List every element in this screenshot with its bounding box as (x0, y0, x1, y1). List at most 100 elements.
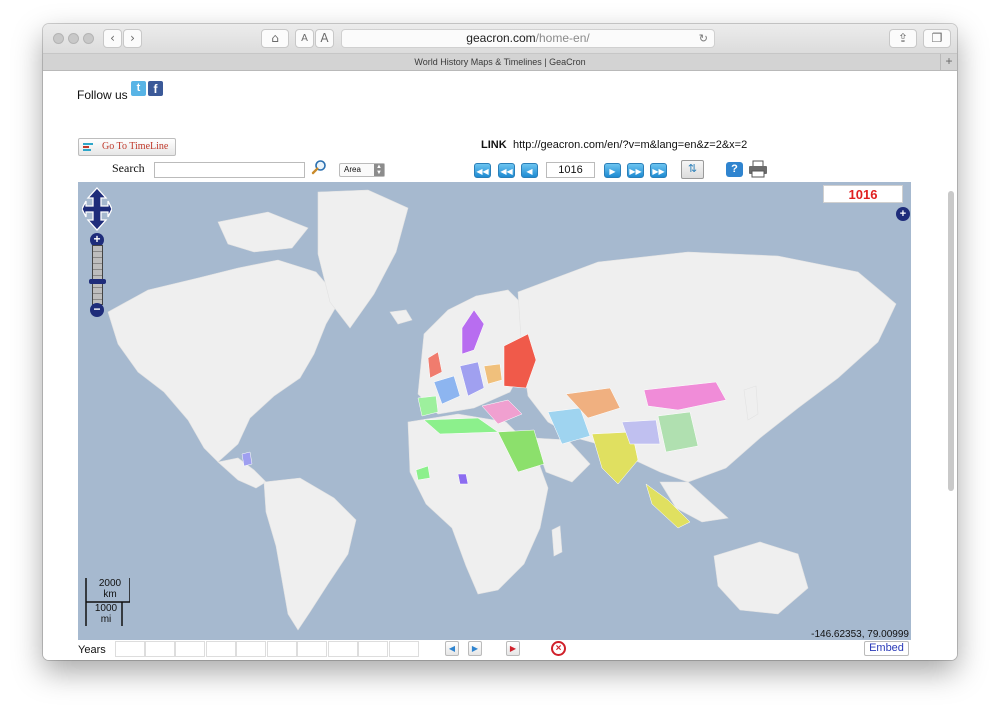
step-back-button[interactable]: ◀ (521, 163, 538, 178)
zoom-slider-handle[interactable] (89, 279, 106, 284)
tabs-icon: ❐ (931, 31, 943, 45)
right-arrow-icon: ▶ (471, 644, 479, 653)
text-larger-button[interactable]: A (315, 29, 334, 48)
scale-mi-label: 1000 mi (94, 603, 118, 625)
plus-icon: + (899, 208, 907, 220)
play-backward-button[interactable]: ◀ (445, 641, 459, 656)
share-button[interactable]: ⇪ (889, 29, 917, 48)
close-window-button[interactable] (53, 33, 64, 44)
pan-control-icon[interactable] (82, 186, 112, 232)
triple-right-arrow-icon: ▶▶ (652, 167, 665, 176)
minimize-window-button[interactable] (68, 33, 79, 44)
zoom-slider-track[interactable] (92, 245, 103, 305)
years-timeline-cell[interactable] (297, 641, 327, 657)
follow-us-label: Follow us (77, 88, 128, 102)
text-smaller-button[interactable]: A (295, 29, 314, 48)
browser-toolbar: ‹ › ⌂ A A geacron.com/home-en/ ↻ ⇪ ❐ (43, 24, 957, 54)
years-timeline-cell[interactable] (175, 641, 205, 657)
play-icon: ▶ (509, 644, 517, 653)
triple-left-arrow-icon: ◀◀ (476, 167, 489, 176)
world-map-canvas[interactable] (78, 182, 911, 640)
back-button[interactable]: ‹ (103, 29, 122, 48)
home-button[interactable]: ⌂ (261, 29, 289, 48)
tab-bar: World History Maps & Timelines | GeaCron… (43, 54, 957, 71)
years-timeline-cell[interactable] (328, 641, 358, 657)
landmass-central-america (217, 457, 267, 489)
timeline-icon (83, 143, 93, 151)
year-input[interactable]: 1016 (546, 162, 595, 178)
jump-forward-far-button[interactable]: ▶▶ (650, 163, 667, 178)
forward-button[interactable]: › (123, 29, 142, 48)
jump-forward-button[interactable]: ▶▶ (627, 163, 644, 178)
years-timeline-cell[interactable] (145, 641, 175, 657)
search-icon[interactable] (311, 159, 327, 175)
go-to-timeline-label: Go To TimeLine (102, 141, 169, 152)
years-timeline-cell[interactable] (389, 641, 419, 657)
link-label: LINK (481, 139, 507, 151)
expand-map-button[interactable]: + (896, 207, 910, 221)
go-to-timeline-button[interactable]: Go To TimeLine (78, 138, 176, 156)
facebook-icon[interactable]: f (148, 81, 163, 96)
jump-back-far-button[interactable]: ◀◀ (474, 163, 491, 178)
play-forward-button[interactable]: ▶ (468, 641, 482, 656)
select-arrows-icon: ▲ ▼ (374, 164, 384, 176)
close-icon: × (555, 643, 562, 654)
plus-icon: + (945, 54, 953, 68)
years-timeline-cell[interactable] (267, 641, 297, 657)
new-tab-button[interactable]: + (940, 54, 957, 70)
url-domain: geacron.com (466, 31, 536, 45)
world-map[interactable]: 1016 + + − 2000 km 1000 mi -146.62353, 7… (78, 182, 911, 640)
search-scope-value: Area (344, 165, 361, 174)
landmass-north-america (107, 259, 341, 463)
chevron-right-icon: › (130, 31, 135, 45)
sync-icon: ⇅ (687, 163, 698, 175)
page-content: Follow us t f Go To TimeLine LINK http:/… (43, 71, 957, 660)
step-forward-button[interactable]: ▶ (604, 163, 621, 178)
search-input[interactable] (154, 162, 305, 178)
landmass-south-america (263, 477, 357, 631)
years-timeline-cell[interactable] (115, 641, 145, 657)
double-left-arrow-icon: ◀◀ (500, 167, 513, 176)
active-tab-title[interactable]: World History Maps & Timelines | GeaCron (414, 57, 585, 67)
minus-icon: − (93, 302, 101, 316)
left-arrow-icon: ◀ (526, 167, 533, 176)
scale-km-label: 2000 km (98, 578, 122, 600)
sync-button[interactable]: ⇅ (681, 160, 704, 179)
region-kanem (457, 473, 469, 485)
map-scale: 2000 km 1000 mi (84, 578, 130, 626)
twitter-icon[interactable]: t (131, 81, 146, 96)
zoom-window-button[interactable] (83, 33, 94, 44)
play-button[interactable]: ▶ (506, 641, 520, 656)
help-icon[interactable]: ? (726, 162, 743, 177)
reload-icon[interactable]: ↻ (699, 30, 708, 47)
landmass-iceland (389, 309, 413, 325)
tabs-overview-button[interactable]: ❐ (923, 29, 951, 48)
years-timeline-cell[interactable] (236, 641, 266, 657)
print-icon[interactable] (748, 160, 768, 178)
permalink-text[interactable]: http://geacron.com/en/?v=m&lang=en&z=2&x… (513, 139, 767, 151)
right-arrow-icon: ▶ (609, 167, 616, 176)
years-timeline-cell[interactable] (358, 641, 388, 657)
zoom-out-button[interactable]: − (90, 303, 104, 317)
landmass-arctic-canada (217, 211, 309, 253)
search-scope-select[interactable]: Area ▲ ▼ (339, 163, 385, 177)
scrollbar-thumb[interactable] (948, 191, 954, 491)
cursor-coordinates: -146.62353, 79.00999 (811, 629, 909, 640)
region-mesoamerica (241, 451, 253, 467)
jump-back-button[interactable]: ◀◀ (498, 163, 515, 178)
years-label: Years (78, 644, 106, 656)
address-bar[interactable]: geacron.com/home-en/ ↻ (341, 29, 715, 48)
browser-window: ‹ › ⌂ A A geacron.com/home-en/ ↻ ⇪ ❐ Wor… (43, 24, 957, 660)
home-icon: ⌂ (271, 31, 279, 45)
left-arrow-icon: ◀ (448, 644, 456, 653)
years-timeline-cell[interactable] (206, 641, 236, 657)
map-year-display: 1016 (823, 185, 903, 203)
landmass-australia (713, 541, 809, 615)
chevron-left-icon: ‹ (110, 31, 115, 45)
search-label: Search (112, 161, 145, 175)
plus-icon: + (93, 232, 101, 246)
embed-button[interactable]: Embed (864, 641, 909, 656)
region-iberia (417, 395, 439, 417)
stop-button[interactable]: × (551, 641, 566, 656)
double-right-arrow-icon: ▶▶ (629, 167, 642, 176)
